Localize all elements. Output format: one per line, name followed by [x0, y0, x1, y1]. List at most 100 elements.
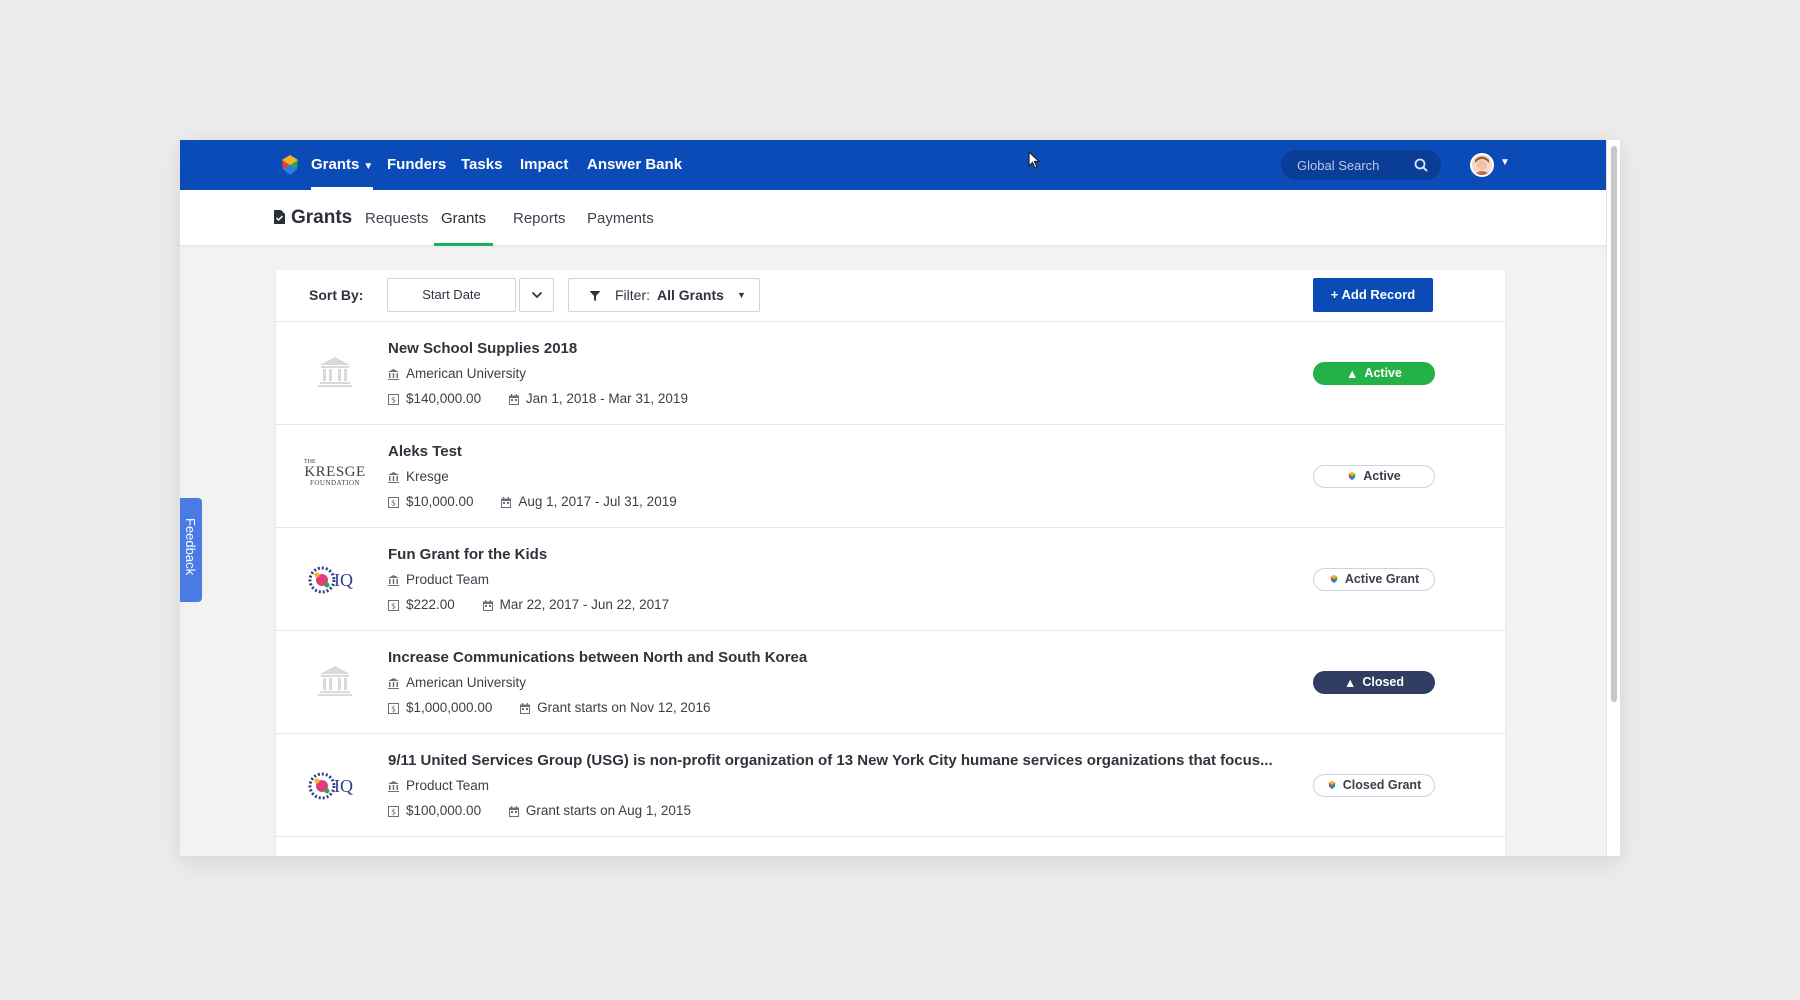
nav-tasks[interactable]: Tasks: [461, 140, 502, 190]
grant-amount: $222.00: [406, 597, 455, 612]
svg-text:$: $: [391, 499, 396, 508]
grant-meta: $ $222.00 Mar 22, 2017 - Jun 22, 2017: [388, 597, 669, 612]
tab-requests[interactable]: Requests: [365, 190, 428, 246]
calendar-icon: [501, 497, 512, 508]
nav-grants-label: Grants: [311, 156, 360, 173]
status-badge: ▲ Active: [1313, 362, 1435, 385]
grant-title[interactable]: 9/11 United Services Group (USG) is non-…: [388, 752, 1273, 769]
nav-answer-bank[interactable]: Answer Bank: [587, 140, 682, 190]
user-avatar[interactable]: [1470, 153, 1494, 177]
grant-title[interactable]: New School Supplies 2018: [388, 340, 577, 357]
institution-icon: [318, 666, 352, 696]
grant-dates: Jan 1, 2018 - Mar 31, 2019: [525, 391, 688, 406]
status-badge: Active Grant: [1313, 568, 1435, 591]
nav-funders[interactable]: Funders: [387, 140, 446, 190]
page-title-text: Grants: [291, 207, 353, 228]
grant-org: American University: [388, 366, 526, 381]
grant-org: Product Team: [388, 572, 489, 587]
grant-title[interactable]: Fun Grant for the Kids: [388, 546, 547, 563]
kresge-logo: THE KRESGE FOUNDATION: [304, 450, 366, 504]
nav-grants[interactable]: Grants ▼: [311, 140, 374, 190]
calendar-icon: [520, 703, 531, 714]
nav-impact[interactable]: Impact: [520, 140, 568, 190]
tab-reports[interactable]: Reports: [513, 190, 566, 246]
grant-title[interactable]: Aleks Test: [388, 443, 462, 460]
app-window: Grants ▼ Funders Tasks Impact Answer Bank…: [180, 140, 1620, 856]
calendar-icon: [508, 394, 519, 405]
filter-prefix-label: Filter:: [615, 287, 650, 303]
calendar-icon: [482, 600, 493, 611]
grant-row[interactable]: IQ 9/11 United Services Group (USG) is n…: [276, 734, 1505, 837]
institution-icon: [388, 781, 399, 792]
sort-direction-button[interactable]: [519, 278, 554, 312]
svg-text:$: $: [391, 396, 396, 405]
institution-icon: [388, 678, 399, 689]
svg-text:$: $: [391, 808, 396, 817]
search-icon[interactable]: [1414, 158, 1428, 172]
vertical-scrollbar[interactable]: [1606, 140, 1620, 856]
iq-logo: IQ: [304, 759, 366, 813]
scrollbar-thumb[interactable]: [1611, 146, 1617, 702]
list-toolbar: Sort By: Start Date Filter: All Grants ▼…: [276, 270, 1505, 322]
grant-meta: $ $10,000.00 Aug 1, 2017 - Jul 31, 2019: [388, 494, 677, 509]
grant-meta: $ $100,000.00 Grant starts on Aug 1, 2015: [388, 803, 691, 818]
iq-logo-mark: IQ: [308, 772, 353, 800]
grant-org-name: Kresge: [406, 469, 449, 484]
iq-logo-text: IQ: [334, 570, 353, 590]
status-badge: ▲ Closed: [1313, 671, 1435, 694]
app-logo-icon: [1348, 471, 1356, 481]
dollar-icon: $: [388, 497, 399, 508]
app-logo-icon[interactable]: [278, 153, 302, 177]
sort-field-select[interactable]: Start Date: [387, 278, 516, 312]
institution-icon: [318, 357, 352, 387]
grant-org-name: Product Team: [406, 778, 490, 793]
app-logo-icon: [1328, 780, 1336, 790]
document-check-icon: [274, 210, 285, 224]
grant-dates: Mar 22, 2017 - Jun 22, 2017: [499, 597, 670, 612]
grants-list-card: Sort By: Start Date Filter: All Grants ▼…: [276, 270, 1505, 856]
grant-row[interactable]: Increase Communications between North an…: [276, 631, 1505, 734]
grant-title[interactable]: Increase Communications between North an…: [388, 649, 807, 666]
svg-text:$: $: [391, 602, 396, 611]
status-badge: Active: [1313, 465, 1435, 488]
chevron-down-icon: [531, 291, 543, 299]
sort-by-label: Sort By:: [309, 287, 364, 303]
status-icon: ▲: [1346, 367, 1359, 381]
grant-row[interactable]: New School Supplies 2018 American Univer…: [276, 322, 1505, 425]
mouse-cursor-icon: [1028, 151, 1041, 169]
app-logo-icon: [1330, 574, 1338, 584]
tab-grants[interactable]: Grants: [434, 190, 493, 246]
filter-icon: [589, 291, 601, 301]
svg-text:$: $: [391, 705, 396, 714]
filter-value-label: All Grants: [657, 287, 724, 303]
feedback-tab[interactable]: Feedback: [180, 498, 202, 602]
grant-org: Product Team: [388, 778, 489, 793]
status-label: Closed: [1362, 675, 1405, 689]
iq-logo: IQ: [304, 553, 366, 607]
filter-dropdown[interactable]: Filter: All Grants ▼: [568, 278, 760, 312]
grant-row[interactable]: THE KRESGE FOUNDATION Aleks Test Kresge …: [276, 425, 1505, 528]
calendar-icon: [508, 806, 519, 817]
dollar-icon: $: [388, 703, 399, 714]
sub-navbar: Grants Requests Grants Reports Payments: [180, 190, 1606, 246]
grant-dates: Grant starts on Aug 1, 2015: [525, 803, 691, 818]
grant-org-name: Product Team: [406, 572, 490, 587]
grant-dates: Grant starts on Nov 12, 2016: [537, 700, 711, 715]
status-label: Closed Grant: [1342, 778, 1422, 792]
tab-payments[interactable]: Payments: [587, 190, 654, 246]
kresge-logo-main: KRESGE: [304, 464, 366, 480]
global-search[interactable]: [1281, 150, 1441, 180]
caret-down-icon: ▼: [737, 290, 746, 300]
grant-meta: $ $1,000,000.00 Grant starts on Nov 12, 2…: [388, 700, 710, 715]
iq-logo-text: IQ: [334, 776, 353, 796]
grant-org: American University: [388, 675, 526, 690]
global-search-input[interactable]: [1297, 156, 1407, 174]
status-badge: Closed Grant: [1313, 774, 1435, 797]
grant-amount: $10,000.00: [406, 494, 474, 509]
chevron-down-icon: ▼: [363, 161, 374, 172]
grant-row[interactable]: IQ Fun Grant for the Kids Product Team $…: [276, 528, 1505, 631]
add-record-button[interactable]: + Add Record: [1313, 278, 1433, 312]
user-menu-chevron-icon[interactable]: ▼: [1500, 157, 1510, 168]
page-title: Grants: [274, 207, 352, 229]
grant-amount: $1,000,000.00: [406, 700, 493, 715]
